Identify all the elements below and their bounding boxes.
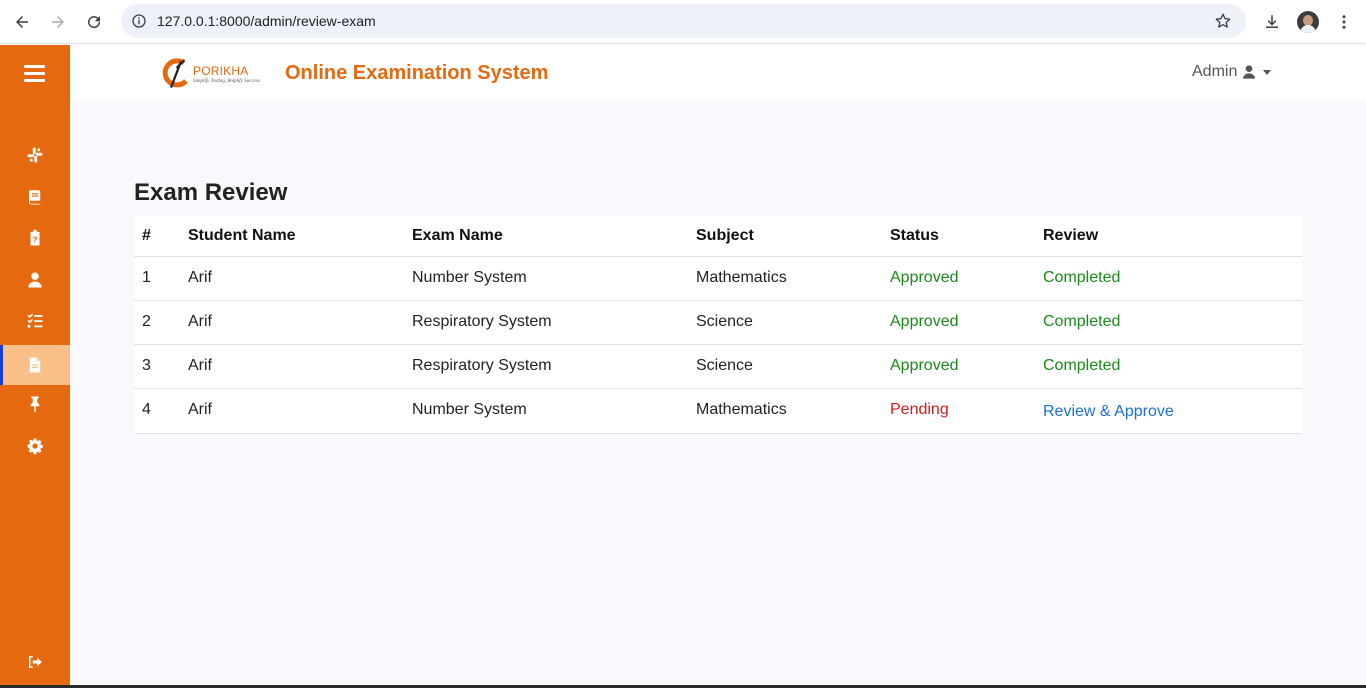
row-number: 2: [142, 313, 151, 330]
reload-icon[interactable]: [82, 10, 106, 34]
table-row: 1 Arif Number System Mathematics Approve…: [134, 257, 1302, 301]
status-badge: Pending: [890, 401, 949, 418]
svg-text:?: ?: [32, 236, 37, 245]
forward-arrow-icon[interactable]: [46, 10, 70, 34]
app-title: Online Examination System: [285, 62, 549, 84]
row-number: 4: [142, 401, 151, 418]
student-name: Arif: [188, 269, 212, 286]
sidebar-item-students[interactable]: [0, 260, 70, 300]
review-status: Completed: [1043, 357, 1121, 374]
clipboard-question-icon: ?: [30, 229, 40, 246]
status-badge: Approved: [890, 313, 959, 330]
row-number: 1: [142, 269, 151, 286]
page-title: Exam Review: [134, 179, 288, 206]
download-icon[interactable]: [1260, 10, 1284, 34]
review-status: Completed: [1043, 269, 1121, 286]
sidebar-item-subjects[interactable]: [0, 177, 70, 217]
list-check-icon: [27, 313, 43, 328]
user-menu-label: Admin: [1192, 63, 1238, 80]
student-name: Arif: [188, 401, 212, 418]
slack-icon: [27, 147, 43, 163]
top-header: PORIKHA Simplify Testing, Amplify Succes…: [70, 45, 1366, 101]
column-header-subject: Subject: [696, 227, 754, 244]
hamburger-menu-icon[interactable]: [24, 65, 45, 82]
kebab-menu-icon[interactable]: [1332, 10, 1356, 34]
table-row: 2 Arif Respiratory System Science Approv…: [134, 301, 1302, 345]
url-text[interactable]: 127.0.0.1:8000/admin/review-exam: [157, 13, 376, 29]
main-content: Exam Review # Student Name Exam Name Sub…: [70, 101, 1366, 688]
review-approve-link[interactable]: Review & Approve: [1043, 403, 1174, 421]
browser-toolbar: 127.0.0.1:8000/admin/review-exam: [0, 0, 1366, 44]
sidebar-item-review-exam[interactable]: [0, 345, 70, 385]
file-icon: [29, 357, 41, 373]
address-bar[interactable]: 127.0.0.1:8000/admin/review-exam: [121, 4, 1246, 38]
student-name: Arif: [188, 313, 212, 330]
sidebar: ?: [0, 45, 70, 688]
sidebar-item-notice[interactable]: [0, 384, 70, 424]
user-icon: [1243, 65, 1256, 79]
user-icon: [28, 272, 42, 288]
student-name: Arif: [188, 357, 212, 374]
table-row: 4 Arif Number System Mathematics Pending…: [134, 389, 1302, 434]
column-header-number: #: [142, 227, 151, 244]
sidebar-item-settings[interactable]: [0, 426, 70, 466]
status-badge: Approved: [890, 357, 959, 374]
sidebar-item-exams[interactable]: [0, 301, 70, 341]
book-icon: [28, 190, 41, 205]
user-menu-dropdown[interactable]: Admin: [1192, 63, 1272, 81]
thumbtack-icon: [30, 396, 40, 413]
logo-text: PORIKHA: [193, 64, 249, 78]
exam-name: Respiratory System: [412, 357, 552, 374]
column-header-exam-name: Exam Name: [412, 227, 503, 244]
column-header-review: Review: [1043, 227, 1099, 244]
logo-mark-icon: [162, 58, 188, 88]
subject: Mathematics: [696, 401, 787, 418]
table-row: 3 Arif Respiratory System Science Approv…: [134, 345, 1302, 389]
table-header-row: # Student Name Exam Name Subject Status …: [134, 215, 1302, 257]
porikha-logo[interactable]: PORIKHA Simplify Testing, Amplify Succes…: [162, 55, 260, 91]
exam-name: Respiratory System: [412, 313, 552, 330]
row-number: 3: [142, 357, 151, 374]
gear-icon: [27, 438, 43, 455]
status-badge: Approved: [890, 269, 959, 286]
exam-review-table: # Student Name Exam Name Subject Status …: [134, 215, 1302, 434]
column-header-student-name: Student Name: [188, 227, 296, 244]
column-header-status: Status: [890, 227, 939, 244]
profile-avatar[interactable]: [1297, 11, 1319, 33]
subject: Mathematics: [696, 269, 787, 286]
back-arrow-icon[interactable]: [10, 10, 34, 34]
logout-button[interactable]: [0, 642, 70, 682]
exam-name: Number System: [412, 269, 527, 286]
sidebar-item-questions[interactable]: ?: [0, 218, 70, 258]
subject: Science: [696, 357, 753, 374]
sign-out-icon: [29, 656, 42, 668]
chevron-down-icon: [1263, 69, 1272, 75]
info-icon[interactable]: [131, 13, 147, 29]
sidebar-item-dashboard[interactable]: [0, 135, 70, 175]
exam-name: Number System: [412, 401, 527, 418]
subject: Science: [696, 313, 753, 330]
star-icon[interactable]: [1214, 12, 1232, 30]
review-status: Completed: [1043, 313, 1121, 330]
logo-tagline: Simplify Testing, Amplify Success: [193, 79, 260, 84]
